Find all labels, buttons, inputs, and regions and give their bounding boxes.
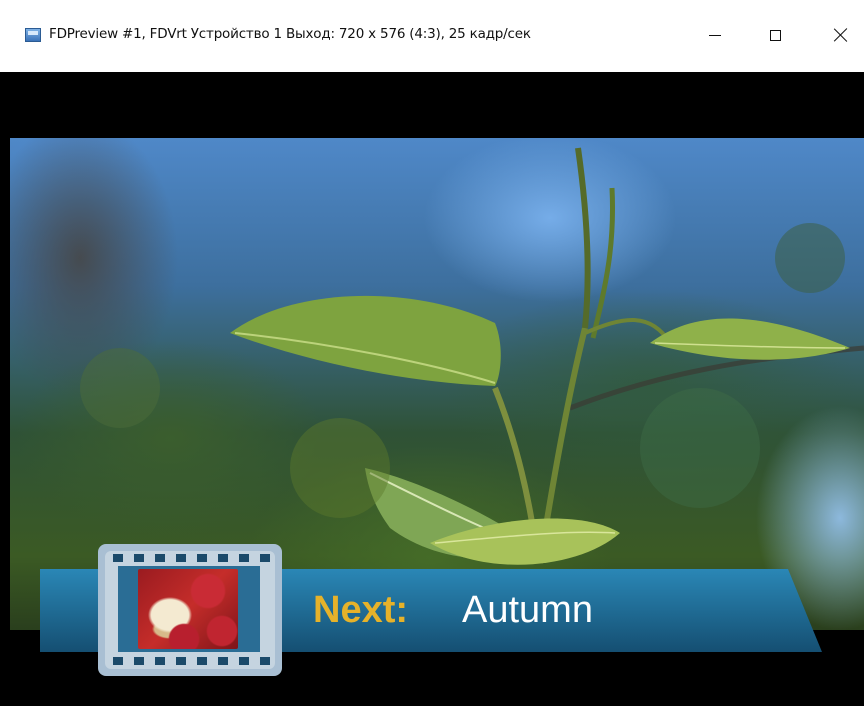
close-button[interactable]: [818, 20, 864, 50]
video-frame: [10, 138, 864, 630]
maximize-button[interactable]: [752, 20, 798, 50]
window-title: FDPreview #1, FDVrt Устройство 1 Выход: …: [49, 26, 531, 42]
maximize-icon: [769, 29, 781, 41]
minimize-icon: [709, 34, 721, 36]
title-bar[interactable]: FDPreview #1, FDVrt Устройство 1 Выход: …: [0, 0, 864, 72]
app-icon[interactable]: [25, 28, 41, 42]
video-preview: Next: Autumn: [10, 72, 864, 706]
plant-image: [80, 147, 864, 565]
close-icon: [834, 28, 848, 42]
minimize-button[interactable]: [692, 20, 738, 50]
preview-window: FDPreview #1, FDVrt Устройство 1 Выход: …: [0, 0, 864, 706]
